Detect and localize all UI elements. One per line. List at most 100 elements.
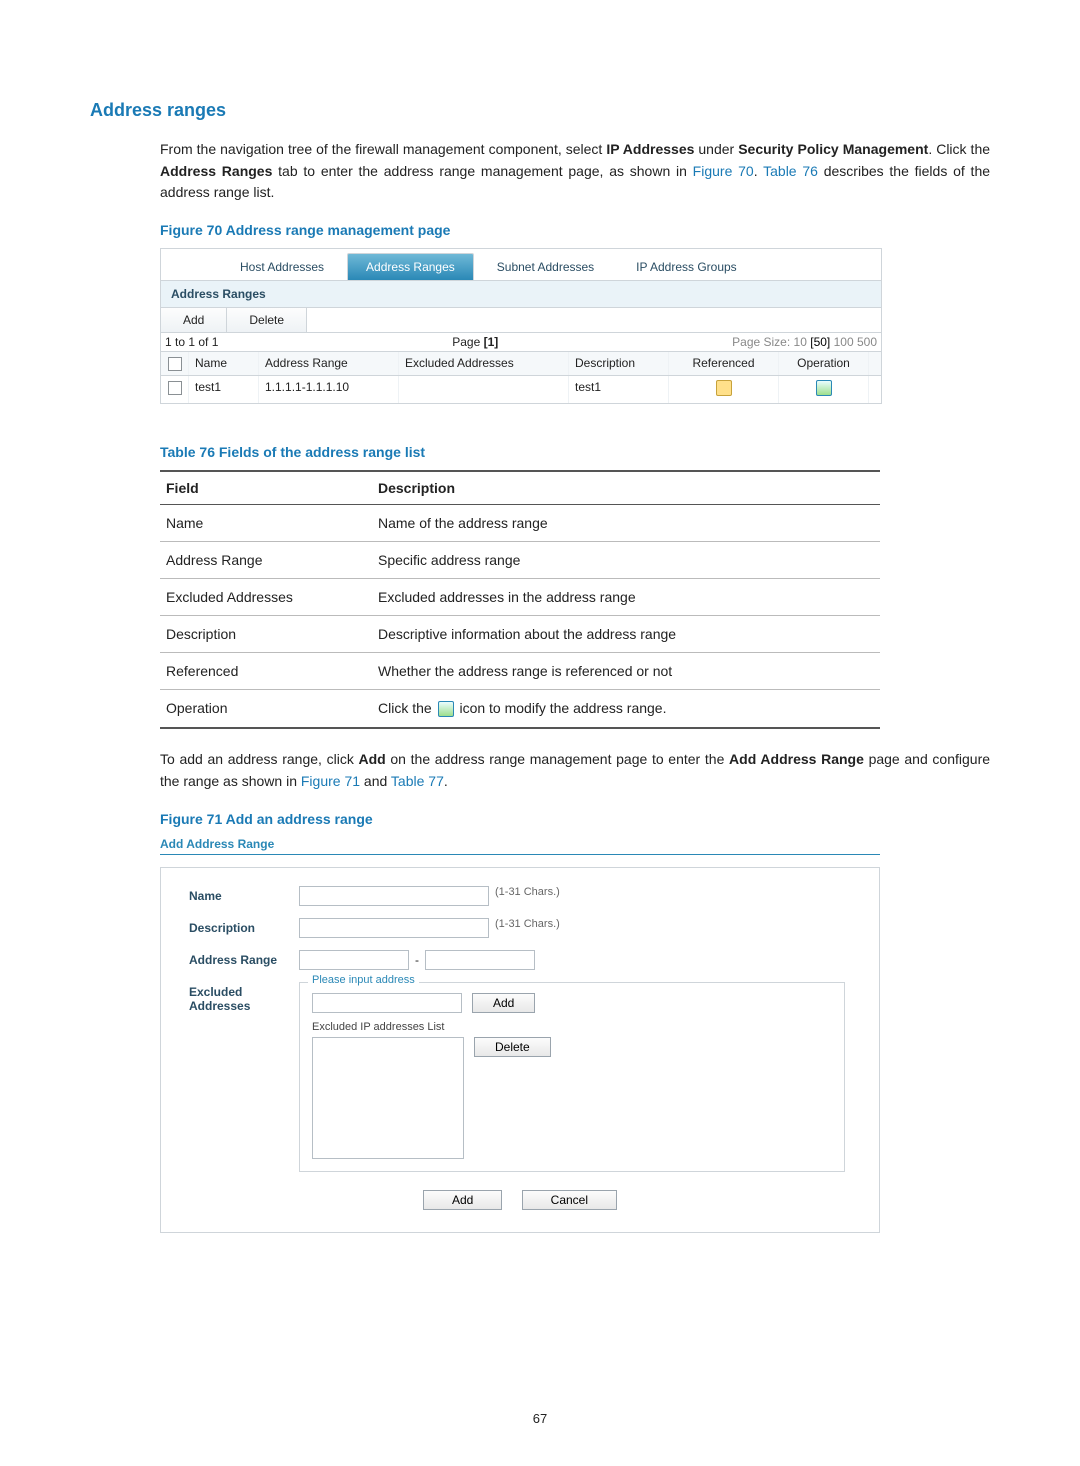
label-description: Description [189,918,299,935]
table-ref-link[interactable]: Table 76 [763,163,818,179]
text: . Click the [928,141,990,157]
text: and [360,773,391,789]
page-number: 67 [0,1411,1080,1426]
text: icon to modify the address range. [456,700,667,716]
table-row: Operation Click the icon to modify the a… [160,689,880,728]
figure-71-caption: Figure 71 Add an address range [160,811,990,827]
text: tab to enter the address range managemen… [272,163,692,179]
text: . [444,773,448,789]
toolbar: Add Delete [161,308,881,333]
figure-ref-link[interactable]: Figure 71 [301,773,360,789]
bold-text: Add Address Range [729,751,864,767]
cell-desc: Name of the address range [372,504,880,541]
figure-70-caption: Figure 70 Address range management page [160,222,990,238]
col-name: Name [189,352,259,375]
text: Click the [378,700,436,716]
description-input[interactable] [299,918,489,938]
range-separator: - [415,953,419,967]
cell-field: Excluded Addresses [160,578,372,615]
table-76: Field Description Name Name of the addre… [160,470,880,729]
add-range-paragraph: To add an address range, click Add on th… [160,749,990,792]
tab-bar: Host Addresses Address Ranges Subnet Add… [161,249,881,281]
text: on the address range management page to … [386,751,729,767]
page-number-current: [1] [484,335,499,349]
page-size-100[interactable]: 100 [834,335,854,349]
cell-desc: Specific address range [372,541,880,578]
col-excluded: Excluded Addresses [399,352,569,375]
tab-ip-address-groups[interactable]: IP Address Groups [617,253,756,280]
page-size-10[interactable]: 10 [794,335,807,349]
table-row: Excluded Addresses Excluded addresses in… [160,578,880,615]
record-count: 1 to 1 of 1 [165,335,218,349]
col-description: Description [569,352,669,375]
page-size-label: Page Size: [732,335,790,349]
name-hint: (1-31 Chars.) [495,886,560,898]
fieldset-legend: Please input address [308,974,419,986]
text: From the navigation tree of the firewall… [160,141,606,157]
table-row: Description Descriptive information abou… [160,615,880,652]
modify-icon[interactable] [816,380,832,396]
table-row: Address Range Specific address range [160,541,880,578]
text: . [754,163,763,179]
figure-71-screenshot: Add Address Range Name (1-31 Chars.) Des… [160,837,880,1233]
excluded-fieldset: Please input address Add Excluded IP add… [299,982,845,1172]
tab-host-addresses[interactable]: Host Addresses [221,253,343,280]
table-row: Referenced Whether the address range is … [160,652,880,689]
tab-address-ranges[interactable]: Address Ranges [347,253,474,280]
cell-range: 1.1.1.1-1.1.1.10 [259,376,399,403]
col-referenced: Referenced [669,352,779,375]
cell-field: Name [160,504,372,541]
row-checkbox[interactable] [168,381,182,395]
paginator: 1 to 1 of 1 Page [1] Page Size: 10 [50] … [161,333,881,352]
cell-field: Address Range [160,541,372,578]
table-row: test1 1.1.1.1-1.1.1.10 test1 [161,376,881,403]
th-description: Description [372,471,880,505]
table-ref-link[interactable]: Table 77 [391,773,444,789]
page-size-50[interactable]: [50] [810,335,830,349]
add-excluded-button[interactable]: Add [472,993,535,1013]
excluded-address-input[interactable] [312,993,462,1013]
col-address-range: Address Range [259,352,399,375]
delete-excluded-button[interactable]: Delete [474,1037,551,1057]
modify-icon [438,701,454,717]
panel-title: Address Ranges [161,281,881,308]
submit-add-button[interactable]: Add [423,1190,502,1210]
label-excluded-addresses: Excluded Addresses [189,982,299,1013]
th-field: Field [160,471,372,505]
text: under [694,141,738,157]
section-heading: Address ranges [90,100,990,121]
cell-field: Description [160,615,372,652]
cell-field: Operation [160,689,372,728]
page-label: Page [452,335,480,349]
delete-button[interactable]: Delete [227,308,307,332]
label-address-range: Address Range [189,950,299,967]
range-end-input[interactable] [425,950,535,970]
cell-description: test1 [569,376,669,403]
bold-text: IP Addresses [606,141,694,157]
form-box: Name (1-31 Chars.) Description (1-31 Cha… [160,867,880,1233]
cell-desc: Click the icon to modify the address ran… [372,689,880,728]
form-title: Add Address Range [160,837,880,855]
add-button[interactable]: Add [161,308,227,332]
cancel-button[interactable]: Cancel [522,1190,617,1210]
cell-desc: Descriptive information about the addres… [372,615,880,652]
text: To add an address range, click [160,751,359,767]
tab-subnet-addresses[interactable]: Subnet Addresses [478,253,613,280]
referenced-icon [716,380,732,396]
range-start-input[interactable] [299,950,409,970]
cell-desc: Excluded addresses in the address range [372,578,880,615]
figure-ref-link[interactable]: Figure 70 [693,163,754,179]
bold-text: Security Policy Management [738,141,928,157]
select-all-checkbox[interactable] [168,357,182,371]
cell-field: Referenced [160,652,372,689]
form-actions: Add Cancel [189,1190,851,1210]
bold-text: Add [359,751,386,767]
excluded-list-label: Excluded IP addresses List [312,1021,832,1033]
label-name: Name [189,886,299,903]
description-hint: (1-31 Chars.) [495,918,560,930]
name-input[interactable] [299,886,489,906]
excluded-listbox[interactable] [312,1037,464,1159]
table-76-caption: Table 76 Fields of the address range lis… [160,444,990,460]
page-size-500[interactable]: 500 [857,335,877,349]
grid-header: Name Address Range Excluded Addresses De… [161,352,881,376]
